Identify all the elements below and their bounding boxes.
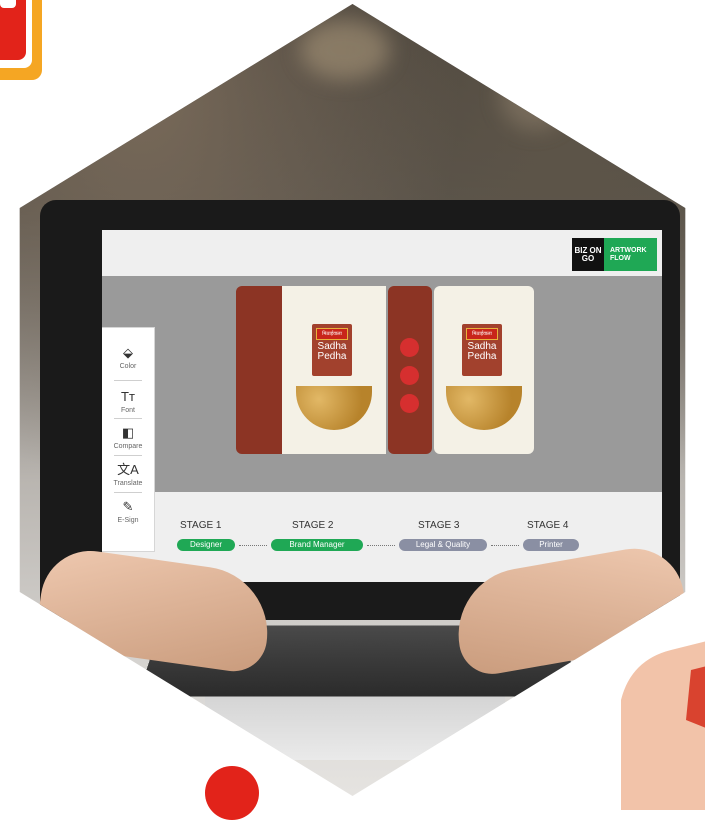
product-label: मिठाईवाला Sadha Pedha bbox=[462, 324, 502, 376]
dot-marker bbox=[400, 338, 419, 357]
translate-icon: 文A bbox=[117, 462, 139, 477]
product-name: Sadha Pedha bbox=[467, 341, 497, 362]
tool-label: Compare bbox=[113, 443, 143, 450]
brand-tag: ARTWORK FLOW bbox=[604, 238, 657, 271]
stage-connector bbox=[239, 545, 267, 546]
stage-1-pill[interactable]: Designer bbox=[177, 539, 235, 551]
stage-connector bbox=[367, 545, 395, 546]
tool-font[interactable]: Tт Font bbox=[102, 390, 154, 415]
product-label: मिठाईवाला Sadha Pedha bbox=[312, 324, 352, 376]
compare-icon: ◧ bbox=[121, 425, 135, 440]
tool-label: Color bbox=[119, 363, 137, 370]
stage-1-title: STAGE 1 bbox=[180, 520, 222, 531]
front-panel-right: मिठाईवाला Sadha Pedha bbox=[434, 286, 534, 454]
corner-decoration-right bbox=[621, 641, 705, 810]
divider bbox=[114, 418, 142, 419]
tool-sidebar: ⬙ Color Tт Font ◧ Compare 文A Translate ✎… bbox=[102, 327, 155, 552]
divider bbox=[114, 455, 142, 456]
corner-decoration bbox=[0, 0, 42, 80]
font-icon: Tт bbox=[121, 389, 135, 404]
divider bbox=[114, 492, 142, 493]
dot-marker bbox=[400, 394, 419, 413]
tool-label: E-Sign bbox=[117, 517, 139, 524]
sweets-bowl-image bbox=[446, 386, 522, 430]
stage-2-title: STAGE 2 bbox=[292, 520, 334, 531]
color-fill-icon: ⬙ bbox=[123, 345, 133, 360]
tool-label: Translate bbox=[113, 480, 143, 487]
corner-circle-decoration bbox=[205, 766, 259, 820]
stage-3-title: STAGE 3 bbox=[418, 520, 460, 531]
tool-esign[interactable]: ✎ E-Sign bbox=[102, 500, 154, 525]
tool-color[interactable]: ⬙ Color bbox=[102, 346, 154, 371]
product-name: Sadha Pedha bbox=[317, 341, 347, 362]
stage-2-pill[interactable]: Brand Manager bbox=[271, 539, 363, 551]
esign-icon: ✎ bbox=[122, 499, 134, 514]
sweets-bowl-image bbox=[296, 386, 372, 430]
side-panel-center bbox=[388, 286, 432, 454]
stage-4-title: STAGE 4 bbox=[527, 520, 569, 531]
front-panel-left: मिठाईवाला Sadha Pedha bbox=[282, 286, 386, 454]
brand-mini-label: मिठाईवाला bbox=[316, 328, 348, 340]
dot-marker bbox=[400, 366, 419, 385]
stage-3-pill[interactable]: Legal & Quality bbox=[399, 539, 487, 551]
brand-logo: BIZ ON GO bbox=[572, 238, 604, 271]
hero-photo: BIZ ON GO ARTWORK FLOW मिठाईवाला Sadha Pe… bbox=[19, 4, 686, 796]
divider bbox=[114, 380, 142, 381]
app-screen: BIZ ON GO ARTWORK FLOW मिठाईवाला Sadha Pe… bbox=[102, 230, 662, 582]
stage-connector bbox=[491, 545, 519, 546]
brand-mini-label: मिठाईवाला bbox=[466, 328, 498, 340]
artwork-canvas[interactable]: मिठाईवाला Sadha Pedha मिठाईवाला Sadha Pedh… bbox=[102, 276, 662, 492]
tool-compare[interactable]: ◧ Compare bbox=[102, 426, 154, 451]
tool-translate[interactable]: 文A Translate bbox=[102, 463, 154, 488]
tool-label: Font bbox=[120, 407, 135, 414]
brand-badge: BIZ ON GO ARTWORK FLOW bbox=[572, 238, 657, 271]
side-panel-left bbox=[236, 286, 282, 454]
stage-4-pill[interactable]: Printer bbox=[523, 539, 579, 551]
